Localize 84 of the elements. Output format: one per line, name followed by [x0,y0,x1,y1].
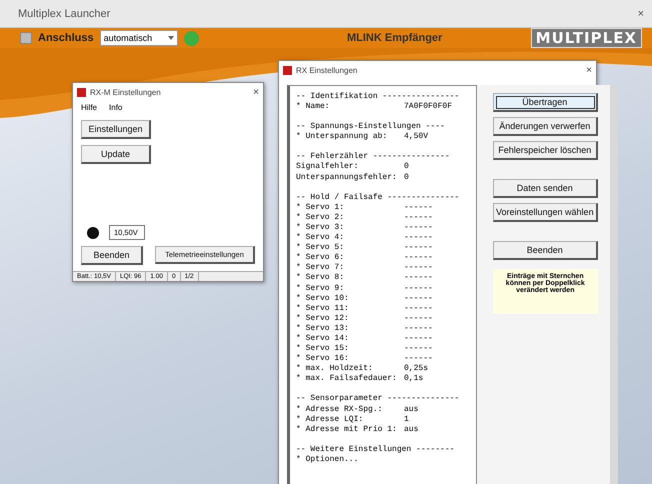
setting-label[interactable]: * Servo 7: [296,263,404,274]
setting-label[interactable]: * Servo 10: [296,294,404,304]
setting-label[interactable]: * max. Failsafedauer: [296,374,404,384]
setting-label[interactable]: * Servo 2: [296,212,404,223]
section-header: -- Hold / Failsafe --------------- [296,192,460,203]
setting-label[interactable]: * Servo 16: [296,354,404,364]
setting-value: 0,25s [404,364,428,374]
setting-value: ------ [404,212,433,223]
setting-label[interactable]: * Adresse RX-Spg.: [296,404,404,415]
setting-label[interactable]: * Adresse mit Prio 1: [296,424,404,435]
setting-label[interactable]: * Optionen... [296,454,404,465]
section-header: -- Spannungs-Einstellungen ---- [296,122,446,132]
setting-value: aus [404,404,418,415]
setting-value: ------ [404,222,433,234]
logo: MULTIPLEX [530,28,642,48]
setting-label[interactable]: * Servo 3: [296,222,404,234]
window-title: RX-M Einstellungen [90,88,161,96]
setting-value: ------ [404,304,433,314]
app-title: MLINK Empfänger [346,32,444,44]
setting-label[interactable]: * Servo 8: [296,273,404,284]
action-button[interactable]: Update [81,145,151,164]
setting-label[interactable]: * Servo 13: [296,324,404,334]
setting-label[interactable]: * Adresse LQI: [296,414,404,425]
setting-value: 7A0F0F0F0F [404,102,452,112]
app-icon [77,88,86,96]
setting-label[interactable]: * Servo 6: [296,253,404,264]
app-icon [283,66,292,74]
window-title: Multiplex Launcher [18,8,110,20]
action-button[interactable]: Einstellungen [81,120,151,139]
setting-label[interactable]: * max. Holdzeit: [296,364,404,374]
setting-label[interactable]: Signalfehler: [296,162,404,173]
setting-label[interactable]: * Servo 12: [296,314,404,324]
setting-value: 0,1s [404,374,424,384]
port-label: Anschluss [38,32,94,44]
setting-value: aus [404,424,418,435]
section-header: -- Sensorparameter --------------- [296,394,460,405]
action-button[interactable]: Beenden [493,241,598,260]
setting-label[interactable]: * Unterspannung ab: [296,132,404,142]
section-header: -- Identifikation ---------------- [296,92,460,102]
setting-label[interactable]: * Servo 15: [296,344,404,354]
setting-value: ------ [404,233,433,244]
action-button[interactable]: Beenden [81,246,143,265]
setting-value: ------ [404,354,433,364]
setting-value: ------ [404,314,433,324]
setting-label[interactable]: * Servo 14: [296,334,404,344]
setting-value: ------ [404,263,433,274]
setting-value: 1 [404,414,409,425]
setting-value: ------ [404,334,433,344]
section-header: -- Weitere Einstellungen -------- [296,444,456,455]
menu-item[interactable]: Hilfe [81,103,98,112]
setting-value: ------ [404,284,433,294]
setting-value: 0 [404,162,409,173]
setting-value: ------ [404,273,433,284]
setting-label[interactable]: * Name: [296,102,404,112]
action-button[interactable]: Änderungen verwerfen [493,117,598,136]
caret-icon[interactable] [168,36,174,40]
port-dropdown[interactable]: automatisch [100,30,178,46]
close-icon[interactable]: × [638,8,644,20]
action-button[interactable]: Voreinstellungen wählen [493,203,598,222]
setting-value: ------ [404,324,433,334]
dropdown-value: automatisch [104,33,152,43]
setting-label[interactable]: * Servo 9: [296,284,404,294]
setting-value: ------ [404,243,433,254]
close-icon[interactable]: × [586,64,592,76]
setting-value: 4,50V [404,132,428,142]
action-button[interactable]: Daten senden [493,179,598,198]
setting-label[interactable]: * Servo 11: [296,304,404,314]
status-indicator [87,226,99,238]
setting-label[interactable]: * Servo 5: [296,243,404,254]
close-icon[interactable]: × [253,86,259,98]
window-title: RX Einstellungen [296,66,358,74]
setting-label[interactable]: Unterspannungsfehler: [296,172,404,183]
section-header: -- Fehlerzähler ---------------- [296,152,451,162]
setting-value: 0 [404,172,409,183]
action-button[interactable]: Fehlerspeicher löschen [493,141,598,160]
setting-value: ------ [404,344,433,354]
menu-item[interactable]: Info [109,103,122,112]
setting-label[interactable]: * Servo 4: [296,233,404,244]
setting-label[interactable]: * Servo 1: [296,202,404,213]
setting-value: ------ [404,253,433,264]
action-button[interactable]: Übertragen [493,93,598,112]
setting-value: ------ [404,294,433,304]
setting-value: ------ [404,202,433,213]
status-indicator [184,30,199,46]
